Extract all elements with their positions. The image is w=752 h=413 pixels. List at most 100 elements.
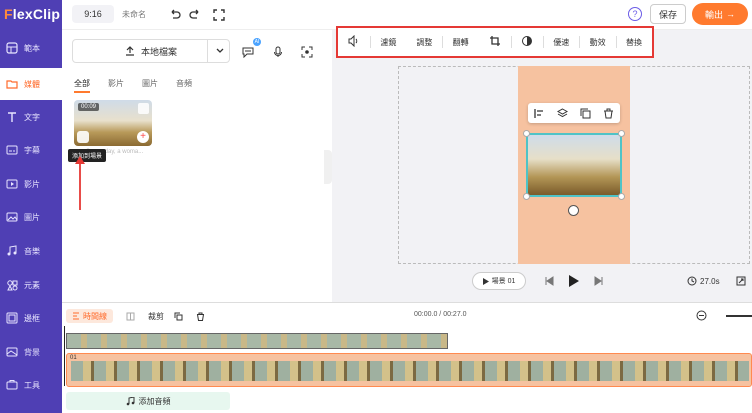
play-small-icon [482, 277, 489, 285]
media-duration: 00:09 [78, 103, 100, 111]
filter-button[interactable]: 濾鏡 [370, 37, 406, 48]
sidebar-item-music[interactable]: 音樂 [0, 235, 62, 267]
tab-all[interactable]: 全部 [74, 78, 90, 93]
expand-preview-icon[interactable] [736, 276, 746, 286]
media-tabs: 全部 影片 圖片 音頻 [74, 78, 192, 93]
aspect-ratio-button[interactable]: 9:16 [72, 5, 114, 23]
sidebar-item-template[interactable]: 範本 [0, 32, 62, 64]
next-icon[interactable] [594, 276, 604, 286]
elements-icon [7, 280, 18, 291]
replace-button[interactable]: 替換 [616, 37, 652, 48]
save-button[interactable]: 保存 [650, 4, 686, 24]
record-audio-button[interactable] [268, 42, 288, 62]
adjust-button[interactable]: 調整 [406, 37, 442, 48]
sidebar-item-background[interactable]: 背景 [0, 336, 62, 368]
sidebar-item-tools[interactable]: 工具 [0, 369, 62, 401]
zoom-out-icon[interactable] [696, 310, 707, 321]
sidebar-item-label: 範本 [24, 43, 40, 53]
ai-badge: AI [253, 38, 261, 46]
sidebar-item-label: 邊框 [24, 313, 40, 323]
editor-app: FlexClip 範本 媒體 文字 字幕 影片 圖片 音樂 元素 邊框 背景 工… [0, 0, 752, 413]
export-button[interactable]: 輸出 → [692, 3, 748, 25]
previous-icon[interactable] [544, 276, 554, 286]
scene-label: 場景 01 [491, 278, 516, 285]
speed-button[interactable]: 優速 [543, 37, 579, 48]
volume-icon[interactable] [338, 34, 370, 49]
timeline: 時間線 裁剪 00:00.0 / 00:27.0 01 添加音頻 [62, 302, 752, 413]
sidebar-item-label: 背景 [24, 347, 40, 357]
video-icon [6, 179, 18, 189]
media-panel: 本地檔案 AI 全部 影片 圖片 音頻 00:09 + Sunny day, a… [62, 30, 324, 302]
tab-image[interactable]: 圖片 [142, 78, 158, 93]
project-name[interactable]: 未命名 [122, 9, 146, 20]
trim-button[interactable]: 裁剪 [148, 309, 164, 323]
export-label: 輸出 [704, 9, 723, 20]
chevron-down-icon [216, 48, 223, 53]
redo-icon[interactable] [188, 8, 202, 22]
trash-icon[interactable] [603, 108, 614, 119]
overlay-icon [6, 312, 18, 324]
sidebar-item-media[interactable]: 媒體 [0, 68, 62, 100]
trash-icon[interactable] [138, 103, 149, 114]
crop-icon[interactable] [479, 35, 511, 49]
timeline-label: 時間線 [83, 311, 107, 321]
add-audio-button[interactable]: 添加音頻 [66, 392, 230, 410]
flexclip-logo[interactable]: FlexClip [4, 6, 60, 22]
sidebar: FlexClip 範本 媒體 文字 字幕 影片 圖片 音樂 元素 邊框 背景 工… [0, 0, 62, 413]
edit-toolbar: 濾鏡 調整 翻轉 優速 動效 替換 [336, 26, 654, 58]
microphone-icon [274, 46, 282, 57]
media-item[interactable]: 00:09 + [74, 100, 152, 146]
sidebar-item-elements[interactable]: 元素 [0, 269, 62, 301]
undo-icon[interactable] [168, 8, 182, 22]
add-scene-icon[interactable] [77, 131, 89, 143]
sidebar-item-text[interactable]: 文字 [0, 101, 62, 133]
sidebar-item-subtitle[interactable]: 字幕 [0, 134, 62, 166]
trash-icon[interactable] [196, 312, 205, 321]
resize-handle[interactable] [523, 193, 530, 200]
resize-handle[interactable] [618, 130, 625, 137]
music-icon [7, 245, 17, 256]
animation-button[interactable]: 動效 [580, 37, 616, 48]
duplicate-icon[interactable] [174, 312, 183, 321]
tab-audio[interactable]: 音頻 [176, 78, 192, 93]
overlay-clip-track[interactable] [66, 333, 448, 349]
template-icon [6, 42, 18, 54]
add-audio-label: 添加音頻 [138, 396, 171, 406]
clock-icon [687, 276, 697, 286]
timeline-playhead[interactable] [64, 326, 65, 386]
resize-handle[interactable] [618, 193, 625, 200]
timeline-toggle-button[interactable]: 時間線 [66, 309, 113, 323]
add-to-timeline-button[interactable]: + [137, 131, 149, 143]
align-icon[interactable] [534, 108, 545, 119]
arrow-right-icon: → [726, 9, 735, 19]
sidebar-item-overlay[interactable]: 邊框 [0, 302, 62, 334]
image-icon [6, 212, 18, 222]
sidebar-item-video[interactable]: 影片 [0, 168, 62, 200]
screen-record-button[interactable] [297, 42, 317, 62]
play-icon[interactable] [568, 274, 580, 288]
sidebar-item-label: 字幕 [24, 145, 40, 155]
main-video-track[interactable]: 01 [66, 353, 752, 387]
sidebar-item-label: 元素 [24, 280, 40, 290]
collapse-panel-handle[interactable] [324, 150, 332, 184]
timeline-icon [73, 312, 79, 320]
sidebar-item-image[interactable]: 圖片 [0, 201, 62, 233]
flip-button[interactable]: 翻轉 [443, 37, 479, 48]
layers-icon[interactable] [557, 107, 568, 119]
duplicate-icon[interactable] [580, 108, 591, 119]
rotate-handle-icon[interactable] [568, 205, 579, 216]
timeline-zoom-slider[interactable] [726, 315, 752, 317]
tools-icon [6, 380, 18, 390]
help-button[interactable]: ? [628, 7, 642, 21]
scene-selector[interactable]: 場景 01 [472, 272, 526, 290]
upload-icon [125, 46, 134, 56]
tab-video[interactable]: 影片 [108, 78, 124, 93]
split-icon[interactable] [126, 312, 135, 321]
sidebar-item-label: 音樂 [24, 246, 40, 256]
color-icon[interactable] [511, 35, 543, 49]
upload-label: 本地檔案 [140, 46, 177, 57]
fullscreen-icon[interactable] [212, 8, 226, 22]
resize-handle[interactable] [523, 130, 530, 137]
selected-video-clip[interactable] [523, 130, 625, 200]
upload-dropdown[interactable] [207, 39, 231, 63]
